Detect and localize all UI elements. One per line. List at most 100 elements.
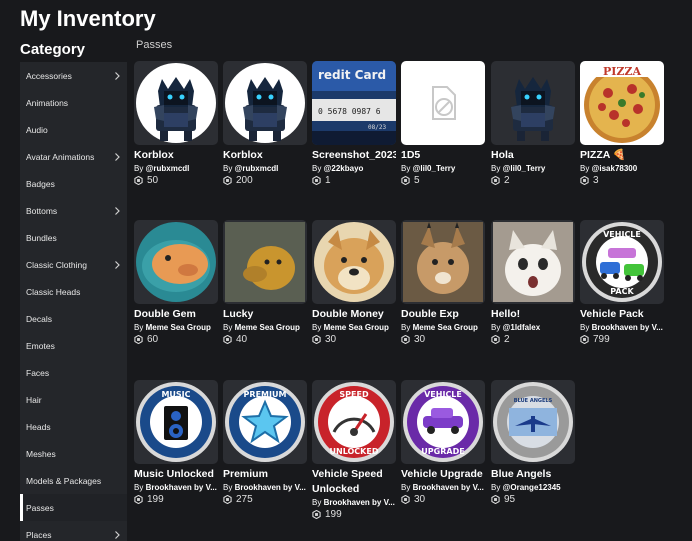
vehicle-upgrade-badge[interactable]: VEHICLE UPGRADE bbox=[401, 380, 485, 464]
item-card[interactable]: PIZZA PIZZA 🍕 By @isak78300 3 bbox=[580, 61, 664, 186]
creator-link[interactable]: Meme Sea Group bbox=[235, 323, 300, 332]
pizza-photo[interactable]: PIZZA bbox=[580, 61, 664, 145]
sidebar-item-decals[interactable]: Decals bbox=[20, 305, 127, 332]
broken-image-icon[interactable] bbox=[401, 61, 485, 145]
item-name[interactable]: Hola bbox=[491, 148, 575, 163]
sidebar-item-heads[interactable]: Heads bbox=[20, 413, 127, 440]
item-name[interactable]: Vehicle Speed Unlocked bbox=[312, 467, 396, 497]
item-card[interactable]: redit Card 0 5678 0987 6 08/23 Screenshot_2… bbox=[312, 61, 396, 186]
creator-link[interactable]: @isak78300 bbox=[592, 164, 638, 173]
blue-angels-badge[interactable]: BLUE ANGELS bbox=[491, 380, 575, 464]
korblox-avatar-icon[interactable] bbox=[491, 61, 575, 145]
creator-link[interactable]: Meme Sea Group bbox=[324, 323, 389, 332]
item-name[interactable]: Double Money bbox=[312, 307, 396, 322]
sidebar-item-bottoms[interactable]: Bottoms bbox=[20, 197, 127, 224]
doge-photo[interactable] bbox=[312, 220, 396, 304]
item-name[interactable]: Double Exp bbox=[401, 307, 485, 322]
sidebar-item-classic-clothing[interactable]: Classic Clothing bbox=[20, 251, 127, 278]
item-creator: By @Orange12345 bbox=[491, 483, 575, 492]
music-badge[interactable]: MUSIC bbox=[134, 380, 218, 464]
item-card[interactable]: Lucky By Meme Sea Group 40 bbox=[223, 220, 307, 345]
sidebar-item-audio[interactable]: Audio bbox=[20, 116, 127, 143]
creator-link[interactable]: Brookhaven by V... bbox=[235, 483, 306, 492]
sidebar-item-places[interactable]: Places bbox=[20, 521, 127, 541]
item-card[interactable]: VEHICLE UPGRADE Vehicle Upgrade By Brookhav… bbox=[401, 380, 485, 505]
item-card[interactable]: VEHICLE PACK Vehicle Pack By Brookhaven by … bbox=[580, 220, 664, 345]
item-card[interactable]: Korblox By @rubxmcdl 200 bbox=[223, 61, 307, 186]
item-name[interactable]: Screenshot_2023 bbox=[312, 148, 396, 163]
sidebar-item-bundles[interactable]: Bundles bbox=[20, 224, 127, 251]
item-card[interactable]: Double Exp By Meme Sea Group 30 bbox=[401, 220, 485, 345]
svg-text:UPGRADE: UPGRADE bbox=[421, 447, 464, 456]
svg-text:PREMIUM: PREMIUM bbox=[244, 390, 287, 399]
sidebar-item-label: Bundles bbox=[26, 232, 57, 243]
item-card[interactable]: Hola By @lil0_Terry 2 bbox=[491, 61, 575, 186]
korblox-avatar-icon[interactable] bbox=[223, 61, 307, 145]
item-card[interactable]: BLUE ANGELS Blue Angels By @Orange12345 95 bbox=[491, 380, 575, 505]
item-name[interactable]: Double Gem bbox=[134, 307, 218, 322]
sidebar-item-models-packages[interactable]: Models & Packages bbox=[20, 467, 127, 494]
fish-photo[interactable] bbox=[134, 220, 218, 304]
creator-link[interactable]: @lil0_Terry bbox=[503, 164, 546, 173]
sidebar-item-label: Decals bbox=[26, 313, 52, 324]
item-card[interactable]: SPEED UNLOCKED Vehicle Speed Unlocked By Br… bbox=[312, 380, 396, 520]
item-card[interactable]: 1D5 By @lil0_Terry 5 bbox=[401, 61, 485, 186]
creator-link[interactable]: @Orange12345 bbox=[503, 483, 561, 492]
item-card[interactable]: PREMIUM Premium By Brookhaven by V... 275 bbox=[223, 380, 307, 505]
sidebar-item-hair[interactable]: Hair bbox=[20, 386, 127, 413]
item-card[interactable]: Hello! By @1ldfalex 2 bbox=[491, 220, 575, 345]
sidebar-item-accessories[interactable]: Accessories bbox=[20, 62, 127, 89]
item-card[interactable]: Double Gem By Meme Sea Group 60 bbox=[134, 220, 218, 345]
page-title: My Inventory bbox=[20, 6, 156, 31]
item-name[interactable]: Vehicle Upgrade bbox=[401, 467, 485, 482]
creator-link[interactable]: Brookhaven by V... bbox=[146, 483, 217, 492]
sidebar-item-emotes[interactable]: Emotes bbox=[20, 332, 127, 359]
premium-badge[interactable]: PREMIUM bbox=[223, 380, 307, 464]
creator-link[interactable]: Meme Sea Group bbox=[413, 323, 478, 332]
creator-link[interactable]: @rubxmcdl bbox=[146, 164, 190, 173]
cheems-dog-photo[interactable] bbox=[223, 220, 307, 304]
speed-badge[interactable]: SPEED UNLOCKED bbox=[312, 380, 396, 464]
vehicle-pack-badge[interactable]: VEHICLE PACK bbox=[580, 220, 664, 304]
item-name[interactable]: Hello! bbox=[491, 307, 575, 322]
sidebar-item-animations[interactable]: Animations bbox=[20, 89, 127, 116]
sidebar-item-faces[interactable]: Faces bbox=[20, 359, 127, 386]
creator-link[interactable]: @lil0_Terry bbox=[413, 164, 456, 173]
item-name[interactable]: Korblox bbox=[134, 148, 218, 163]
floppa-photo[interactable] bbox=[401, 220, 485, 304]
item-card[interactable]: Double Money By Meme Sea Group 30 bbox=[312, 220, 396, 345]
sidebar-item-meshes[interactable]: Meshes bbox=[20, 440, 127, 467]
item-card[interactable]: Korblox By @rubxmcdl 50 bbox=[134, 61, 218, 186]
sidebar-item-passes[interactable]: Passes bbox=[20, 494, 127, 521]
korblox-avatar-icon[interactable] bbox=[134, 61, 218, 145]
creator-link[interactable]: @1ldfalex bbox=[503, 323, 541, 332]
item-name[interactable]: Blue Angels bbox=[491, 467, 575, 482]
robux-icon bbox=[134, 335, 143, 344]
item-price: 5 bbox=[401, 175, 485, 186]
item-creator: By @rubxmcdl bbox=[223, 164, 307, 173]
cat-photo[interactable] bbox=[491, 220, 575, 304]
sidebar-item-badges[interactable]: Badges bbox=[20, 170, 127, 197]
item-name[interactable]: Vehicle Pack bbox=[580, 307, 664, 322]
credit-card-photo[interactable]: redit Card 0 5678 0987 6 08/23 bbox=[312, 61, 396, 145]
sidebar-item-avatar-animations[interactable]: Avatar Animations bbox=[20, 143, 127, 170]
price-value: 1 bbox=[325, 175, 331, 186]
item-name[interactable]: 1D5 bbox=[401, 148, 485, 163]
item-name[interactable]: Korblox bbox=[223, 148, 307, 163]
item-name[interactable]: PIZZA 🍕 bbox=[580, 148, 664, 163]
item-name[interactable]: Music Unlocked bbox=[134, 467, 218, 482]
creator-link[interactable]: @22kbayo bbox=[324, 164, 364, 173]
item-creator: By Brookhaven by V... bbox=[580, 323, 664, 332]
creator-by-label: By bbox=[134, 323, 144, 332]
item-name[interactable]: Lucky bbox=[223, 307, 307, 322]
creator-link[interactable]: @rubxmcdl bbox=[235, 164, 279, 173]
sidebar-item-classic-heads[interactable]: Classic Heads bbox=[20, 278, 127, 305]
creator-link[interactable]: Brookhaven by V... bbox=[413, 483, 484, 492]
creator-link[interactable]: Brookhaven by V... bbox=[324, 498, 395, 507]
sidebar-item-label: Classic Clothing bbox=[26, 259, 87, 270]
item-name[interactable]: Premium bbox=[223, 467, 307, 482]
creator-link[interactable]: Brookhaven by V... bbox=[592, 323, 663, 332]
creator-link[interactable]: Meme Sea Group bbox=[146, 323, 211, 332]
item-creator: By @1ldfalex bbox=[491, 323, 575, 332]
item-card[interactable]: MUSIC Music Unlocked By Brookhaven by V...… bbox=[134, 380, 218, 505]
